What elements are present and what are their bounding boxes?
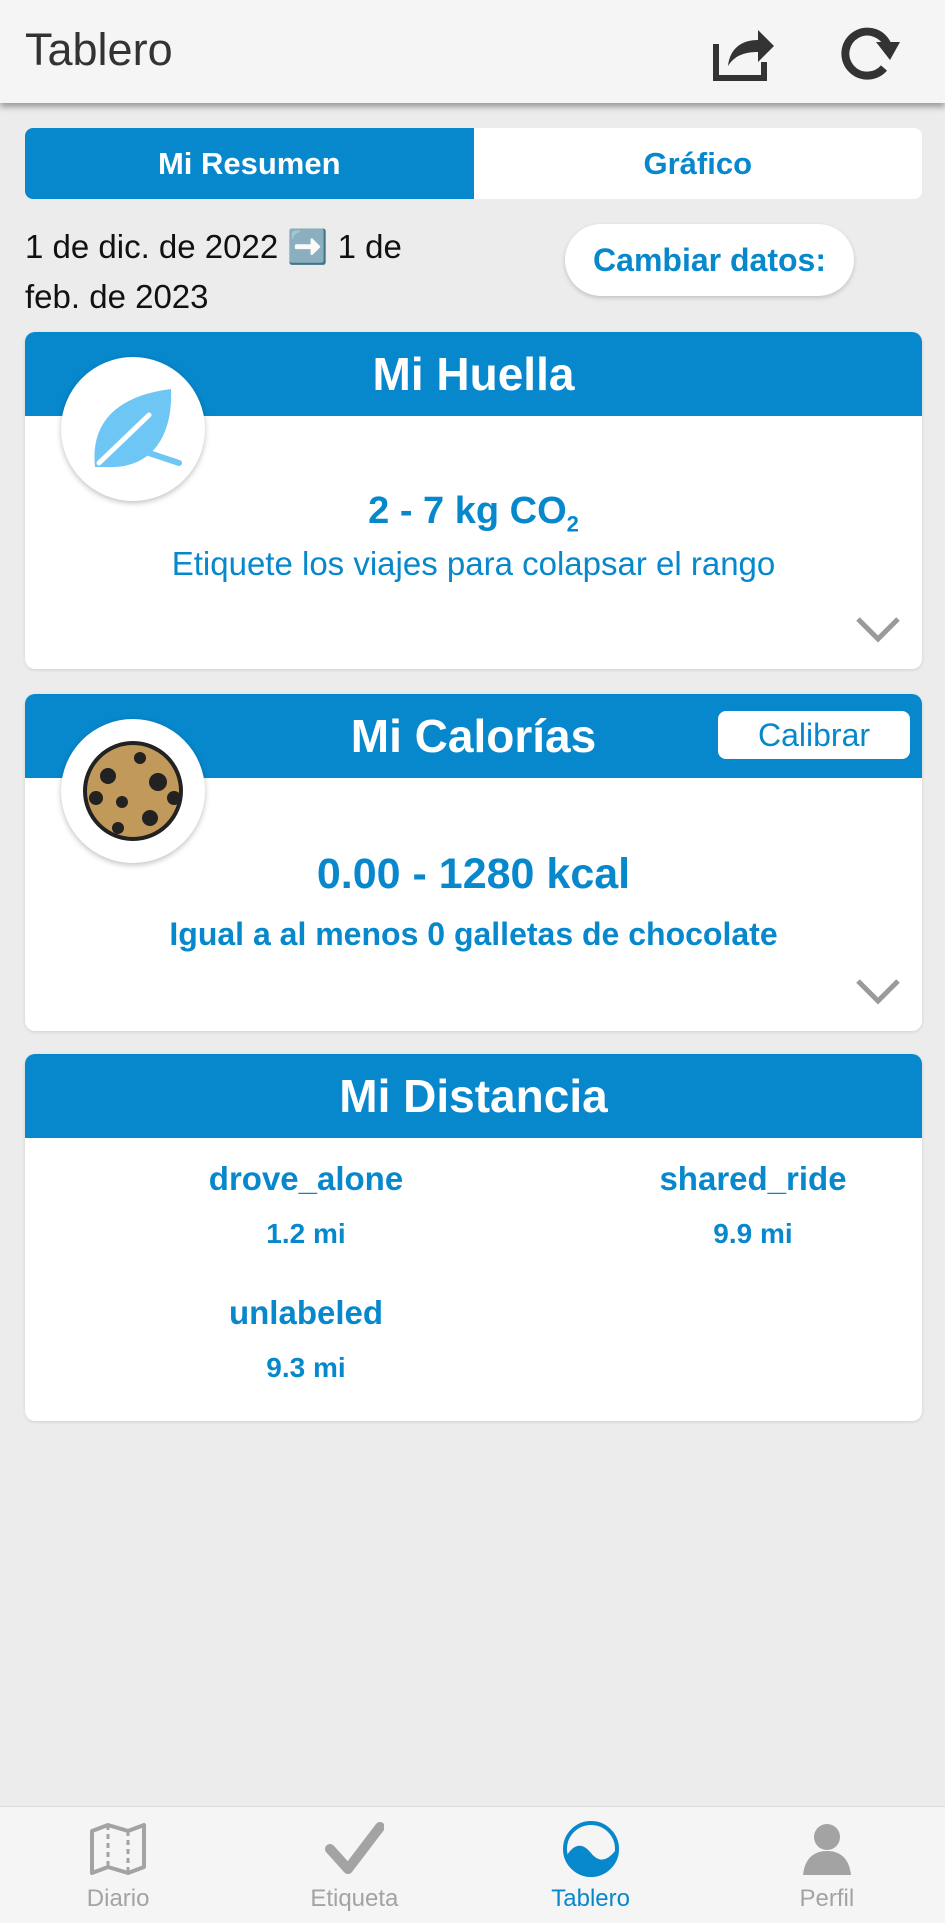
person-icon <box>802 1824 851 1875</box>
calories-expand-chevron[interactable] <box>854 977 902 1007</box>
distance-mode: drove_alone <box>208 1160 404 1197</box>
page-title: Tablero <box>25 24 173 75</box>
date-range-text: 1 de dic. de 2022 ➡️ 1 de feb. de 2023 <box>25 228 402 315</box>
nav-dashboard-label: Tablero <box>551 1885 630 1912</box>
calories-value: 0.00 - 1280 kcal <box>316 850 631 898</box>
bottom-nav: Diario Etiqueta Tablero Perfil <box>0 1806 945 1923</box>
footprint-hint: Etiquete los viajes para colapsar el ran… <box>171 545 776 582</box>
app-header: Tablero <box>0 0 945 103</box>
nav-diary[interactable]: Diario <box>0 1807 236 1923</box>
dashboard-icon <box>562 1821 619 1877</box>
nav-label-trips-label: Etiqueta <box>310 1885 399 1912</box>
chevron-down-icon <box>856 979 900 1005</box>
leaf-icon <box>94 389 182 468</box>
nav-label-trips[interactable]: Etiqueta <box>236 1807 472 1923</box>
distance-value: 9.9 mi <box>713 1218 793 1249</box>
calories-badge <box>61 719 205 863</box>
share-icon <box>713 30 774 81</box>
map-icon <box>90 1823 147 1875</box>
footprint-value-subscript: 2 <box>566 511 579 537</box>
checkmark-icon <box>325 1822 385 1874</box>
distance-mode: shared_ride <box>659 1160 847 1197</box>
distance-card: Mi Distancia drove_alone 1.2 mi shared_r… <box>25 1054 922 1421</box>
distance-mode: unlabeled <box>228 1294 384 1331</box>
refresh-button[interactable] <box>836 22 902 82</box>
change-data-button[interactable]: Cambiar datos: <box>565 224 854 296</box>
nav-diary-label: Diario <box>86 1885 150 1912</box>
distance-value: 1.2 mi <box>266 1218 346 1249</box>
share-button[interactable] <box>712 22 778 82</box>
calories-hint: Igual a al menos 0 galletas de chocolate <box>169 916 778 952</box>
footprint-expand-chevron[interactable] <box>854 615 902 645</box>
distance-item: drove_alone 1.2 mi <box>156 1160 456 1250</box>
chevron-down-icon <box>856 617 900 643</box>
calories-card: Mi Calorías Calibrar 0.00 - 1280 kcal Ig… <box>25 694 922 1031</box>
refresh-icon <box>841 27 900 80</box>
footprint-card: Mi Huella 2 - 7 kg CO2 Etiquete los viaj… <box>25 332 922 669</box>
nav-profile[interactable]: Perfil <box>709 1807 945 1923</box>
tab-chart[interactable]: Gráfico <box>474 128 923 199</box>
nav-dashboard[interactable]: Tablero <box>473 1807 709 1923</box>
view-tabs: Mi Resumen Gráfico <box>25 128 922 199</box>
cookie-icon <box>83 741 183 841</box>
footprint-value-text: 2 - 7 kg CO <box>368 490 567 532</box>
nav-profile-label: Perfil <box>799 1885 855 1912</box>
distance-card-title: Mi Distancia <box>25 1054 922 1138</box>
tab-summary[interactable]: Mi Resumen <box>25 128 474 199</box>
distance-value: 9.3 mi <box>266 1352 346 1383</box>
calibrate-button[interactable]: Calibrar <box>718 711 910 759</box>
distance-item: shared_ride 9.9 mi <box>603 1160 903 1250</box>
footprint-value: 2 - 7 kg CO2 <box>25 490 922 538</box>
footprint-badge <box>61 357 205 501</box>
distance-item: unlabeled 9.3 mi <box>156 1294 456 1384</box>
